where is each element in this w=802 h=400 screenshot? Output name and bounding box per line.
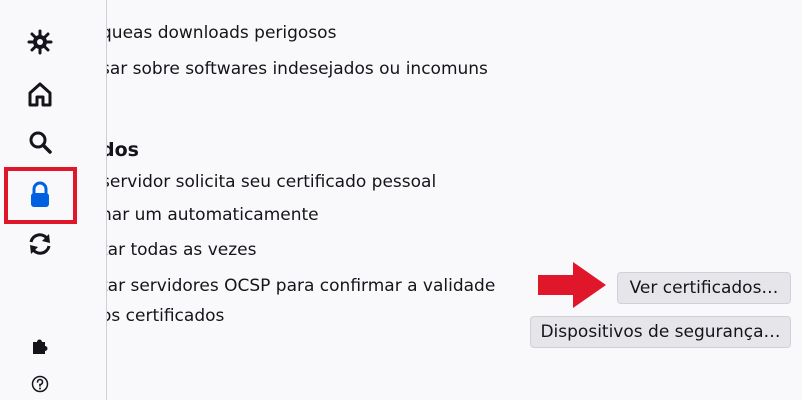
settings-content: queas downloads perigosos sar sobre soft…	[0, 0, 802, 400]
ocsp-checkbox-label[interactable]: tar servidores OCSP para confirmar a val…	[101, 276, 495, 296]
ask-every-time-option[interactable]: tar todas as vezes	[101, 240, 256, 260]
ocsp-checkbox-label-cont: os certificados	[101, 306, 225, 326]
help-icon[interactable]	[20, 366, 60, 400]
red-arrow-annotation	[538, 262, 606, 308]
security-devices-button[interactable]: Dispositivos de segurança…	[530, 316, 791, 348]
server-requests-label: servidor solicita seu certificado pessoa…	[101, 172, 437, 192]
puzzle-icon[interactable]	[20, 327, 60, 363]
sidebar	[0, 0, 107, 400]
sync-icon[interactable]	[20, 226, 60, 262]
home-icon[interactable]	[20, 76, 60, 112]
selected-item-highlight	[4, 167, 77, 224]
block-downloads-label[interactable]: queas downloads perigosos	[101, 23, 336, 43]
gear-icon[interactable]	[20, 24, 60, 60]
select-auto-option[interactable]: nar um automaticamente	[101, 205, 319, 225]
warn-software-label[interactable]: sar sobre softwares indesejados ou incom…	[101, 59, 488, 79]
view-certificates-button[interactable]: Ver certificados…	[617, 272, 791, 304]
search-icon[interactable]	[20, 124, 60, 160]
